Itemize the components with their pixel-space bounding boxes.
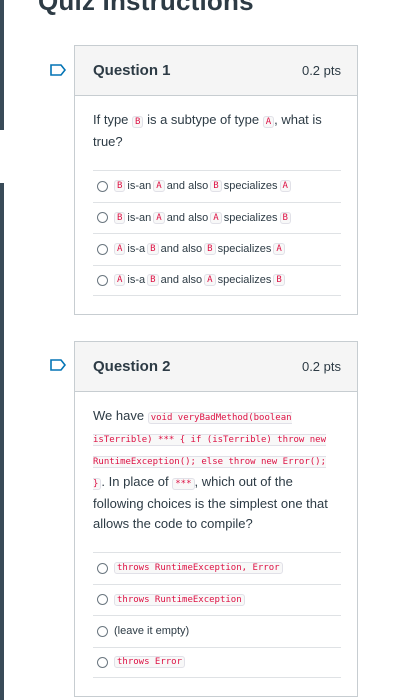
inline-code: *** [172, 478, 195, 490]
answer-option[interactable]: throws RuntimeException [93, 583, 341, 616]
question-prompt: If type B is a subtype of type A, what i… [93, 112, 322, 149]
flag-icon[interactable] [50, 64, 66, 76]
left-accent-bar-bottom [0, 183, 4, 700]
answer-option[interactable]: Bis-an Aand also Aspecializes B [93, 201, 341, 234]
radio-icon[interactable] [97, 625, 108, 637]
inline-code: A [204, 274, 216, 287]
left-accent-bar-top [0, 0, 4, 130]
radio-icon[interactable] [97, 274, 108, 286]
question-prompt: We have void veryBadMethod(boolean isTer… [93, 408, 328, 531]
inline-code: A [153, 211, 165, 224]
question-title: Question 2 [93, 358, 171, 375]
inline-code: B [210, 180, 222, 193]
flag-icon[interactable] [50, 359, 66, 371]
answer-option[interactable]: Ais-a Band also Aspecializes B [93, 264, 341, 296]
question-header: Question 2 0.2 pts [75, 342, 357, 392]
inline-code: B [279, 211, 291, 224]
question-points: 0.2 pts [301, 359, 341, 374]
radio-icon[interactable] [97, 243, 108, 255]
inline-code: A [262, 116, 275, 128]
inline-code: A [279, 180, 291, 193]
page-title: Quiz Instructions [38, 0, 254, 16]
inline-code: B [114, 211, 126, 224]
answer-code: throws RuntimeException [114, 593, 245, 606]
question-header: Question 1 0.2 pts [75, 46, 357, 96]
inline-code: B [273, 274, 285, 287]
answer-option[interactable]: throws Error [93, 646, 341, 678]
radio-icon[interactable] [97, 180, 108, 192]
answer-text: (leave it empty) [114, 625, 190, 638]
inline-code: B [132, 116, 144, 128]
inline-code: A [273, 243, 285, 256]
answer-option[interactable]: Bis-an Aand also Bspecializes A [93, 170, 341, 202]
inline-code: B [114, 180, 126, 193]
radio-icon[interactable] [97, 594, 108, 606]
answer-list: Bis-an Aand also Bspecializes A Bis-an Aand … [93, 170, 341, 296]
radio-icon[interactable] [97, 562, 108, 574]
question-1: Question 1 0.2 pts If type B is a subtyp… [74, 45, 358, 315]
question-2: Question 2 0.2 pts We have void veryBadM… [74, 341, 358, 697]
inline-code: B [147, 274, 159, 287]
answer-option[interactable]: (leave it empty) [93, 615, 341, 647]
inline-code: B [147, 243, 159, 256]
radio-icon[interactable] [97, 212, 108, 224]
inline-code: A [153, 180, 165, 193]
question-points: 0.2 pts [301, 63, 341, 78]
inline-code: A [114, 243, 126, 256]
radio-icon[interactable] [97, 656, 108, 668]
inline-code: B [204, 243, 216, 256]
answer-option[interactable]: throws RuntimeException, Error [93, 552, 341, 584]
inline-code: A [114, 274, 126, 287]
inline-code: A [210, 211, 222, 224]
answer-option[interactable]: Ais-a Band also Bspecializes A [93, 233, 341, 265]
answer-list: throws RuntimeException, Error throws Ru… [93, 552, 341, 678]
question-title: Question 1 [93, 62, 171, 79]
answer-code: throws Error [114, 656, 186, 669]
answer-code: throws RuntimeException, Error [114, 562, 283, 575]
